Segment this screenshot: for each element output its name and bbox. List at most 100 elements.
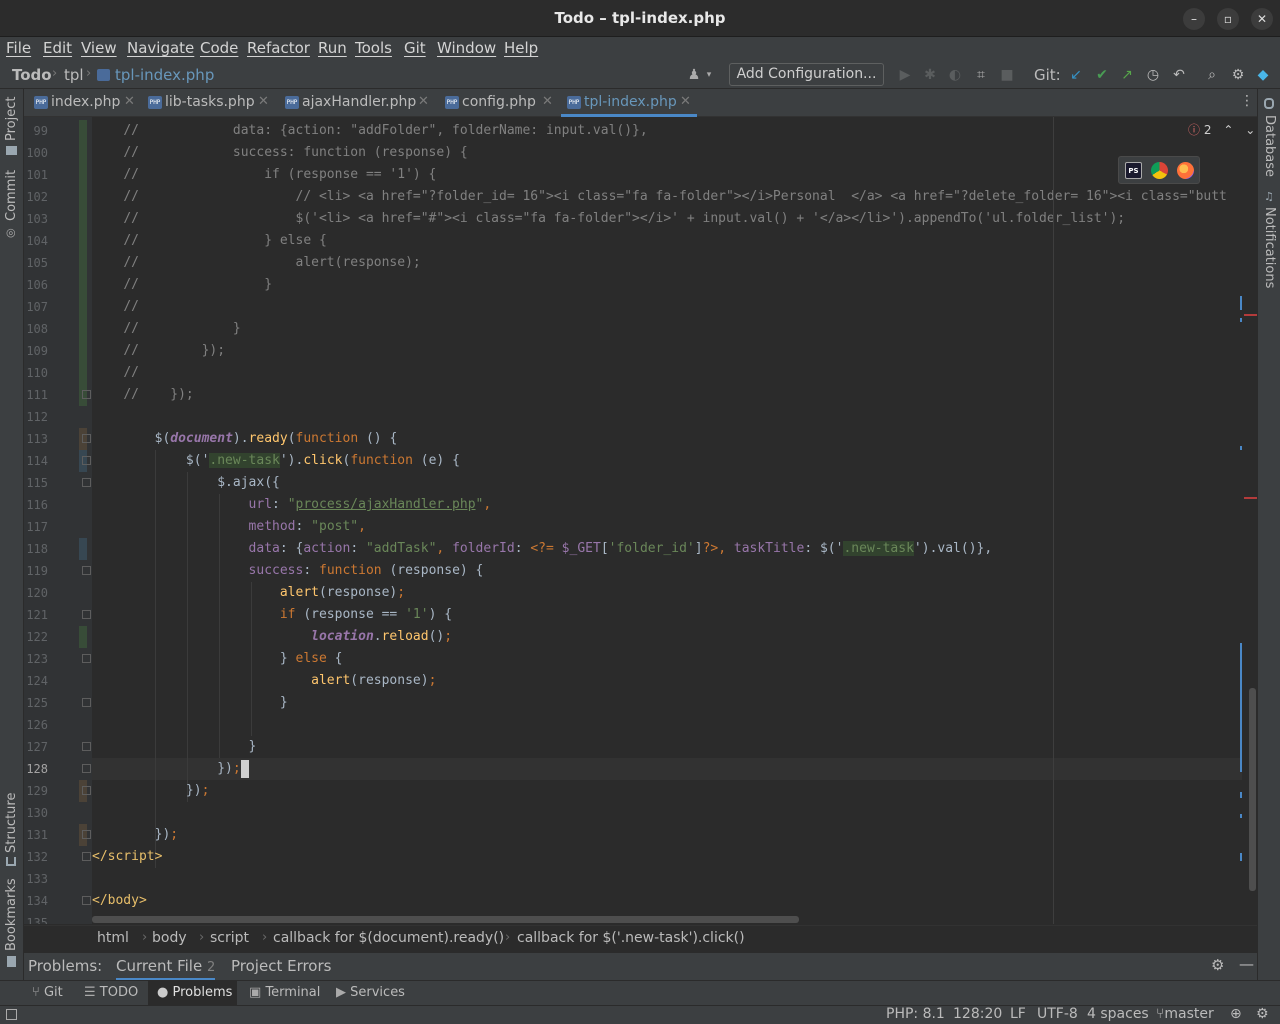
- phpstorm-browser-icon[interactable]: PS: [1125, 162, 1142, 179]
- minimize-panel-icon[interactable]: —: [1239, 955, 1254, 973]
- rollback-icon[interactable]: ↶: [1170, 66, 1188, 84]
- vertical-scrollbar[interactable]: [1249, 688, 1256, 891]
- search-icon[interactable]: ⌕: [1203, 66, 1221, 84]
- breadcrumb-item[interactable]: script: [210, 930, 249, 946]
- menu-refactor[interactable]: Refactor: [247, 39, 310, 57]
- editor-gutter[interactable]: 99 100 101 102 103 104 105 106 107 108 1…: [24, 117, 92, 924]
- todo-tool-button[interactable]: ☰ TODO: [84, 985, 138, 1000]
- menu-tools[interactable]: Tools: [355, 39, 392, 57]
- fold-marker-icon[interactable]: [82, 654, 91, 663]
- scroll-marker[interactable]: [1240, 296, 1242, 310]
- menu-view[interactable]: View: [81, 39, 117, 57]
- fold-marker-icon[interactable]: [82, 434, 91, 443]
- fold-marker-icon[interactable]: [82, 742, 91, 751]
- fold-marker-icon[interactable]: [82, 764, 91, 773]
- run-icon[interactable]: ▶: [896, 66, 914, 84]
- fold-marker-icon[interactable]: [82, 566, 91, 575]
- tab-config-php[interactable]: PHP config.php ✕: [439, 89, 561, 117]
- fold-marker-icon[interactable]: [82, 896, 91, 905]
- more-tabs-icon[interactable]: ⋮: [1240, 93, 1254, 109]
- problems-tool-button[interactable]: ● Problems: [157, 985, 232, 1000]
- error-stripe-marker[interactable]: [1244, 497, 1257, 499]
- maximize-button[interactable]: ▫: [1217, 8, 1239, 30]
- close-icon[interactable]: ✕: [542, 89, 553, 115]
- inspection-widget[interactable]: ⓘ 2 ⌃ ⌄: [1188, 121, 1255, 138]
- caret-position[interactable]: 128:20: [953, 1006, 1002, 1022]
- code-editor[interactable]: // data: {action: "addFolder", folderNam…: [92, 117, 1257, 917]
- close-icon[interactable]: ✕: [418, 89, 429, 115]
- gear-icon[interactable]: ⚙: [1229, 66, 1247, 84]
- git-push-icon[interactable]: ↗: [1118, 66, 1136, 84]
- git-commit-icon[interactable]: ✔: [1093, 66, 1111, 84]
- menu-navigate[interactable]: Navigate: [127, 39, 194, 57]
- commit-tool-button[interactable]: Commit: [4, 170, 19, 221]
- terminal-tool-button[interactable]: ▣ Terminal: [249, 985, 320, 1000]
- nav-folder[interactable]: tpl: [64, 66, 84, 84]
- file-encoding[interactable]: UTF-8: [1037, 1006, 1078, 1022]
- minimize-button[interactable]: –: [1183, 8, 1205, 30]
- lock-icon[interactable]: ⊕: [1230, 1006, 1242, 1022]
- line-separator[interactable]: LF: [1010, 1006, 1026, 1022]
- code-with-me-icon[interactable]: ◆: [1254, 66, 1272, 84]
- scroll-marker[interactable]: [1240, 792, 1242, 798]
- fold-marker-icon[interactable]: [82, 390, 91, 399]
- breadcrumb-item[interactable]: body: [152, 930, 187, 946]
- scroll-marker[interactable]: [1240, 853, 1242, 861]
- memory-indicator-icon[interactable]: ⚙: [1256, 1006, 1269, 1022]
- fold-marker-icon[interactable]: [82, 478, 91, 487]
- debug-icon[interactable]: ✱: [921, 66, 939, 84]
- menu-edit[interactable]: Edit: [43, 39, 72, 57]
- php-version[interactable]: PHP: 8.1: [886, 1006, 945, 1022]
- nav-project[interactable]: Todo: [12, 66, 52, 84]
- error-stripe-marker[interactable]: [1244, 314, 1257, 316]
- chevron-down-icon[interactable]: ⌄: [1245, 123, 1255, 137]
- project-tool-button[interactable]: Project: [4, 97, 19, 141]
- gear-icon[interactable]: ⚙: [1211, 956, 1224, 974]
- close-button[interactable]: ✕: [1251, 8, 1273, 30]
- vcs-modified-marker[interactable]: [79, 538, 87, 560]
- fold-marker-icon[interactable]: [82, 456, 91, 465]
- menu-help[interactable]: Help: [504, 39, 538, 57]
- menu-code[interactable]: Code: [200, 39, 238, 57]
- bookmarks-tool-button[interactable]: Bookmarks: [4, 878, 19, 951]
- scroll-marker[interactable]: [1240, 318, 1242, 322]
- tab-current-file[interactable]: Current File 2: [116, 957, 216, 981]
- breadcrumb-item[interactable]: callback for $('.new-task').click(): [517, 930, 745, 946]
- fold-marker-icon[interactable]: [82, 786, 91, 795]
- file-link[interactable]: process/ajaxHandler.php: [296, 497, 476, 512]
- add-configuration-button[interactable]: Add Configuration...: [729, 63, 884, 86]
- scroll-marker[interactable]: [1240, 814, 1242, 818]
- panel-toggle-icon[interactable]: [6, 1009, 17, 1020]
- coverage-icon[interactable]: ◐: [946, 66, 964, 84]
- notifications-tool-button[interactable]: Notifications: [1262, 207, 1277, 288]
- vcs-added-marker[interactable]: [79, 120, 87, 406]
- firefox-icon[interactable]: [1177, 162, 1194, 179]
- nav-file[interactable]: tpl-index.php: [115, 66, 214, 84]
- breadcrumb-item[interactable]: callback for $(document).ready(): [273, 930, 504, 946]
- git-tool-button[interactable]: ⑂ Git: [32, 985, 63, 1000]
- tab-project-errors[interactable]: Project Errors: [231, 957, 331, 975]
- menu-file[interactable]: File: [6, 39, 31, 57]
- attach-icon[interactable]: ⌗: [972, 66, 990, 84]
- chrome-icon[interactable]: [1151, 162, 1168, 179]
- close-icon[interactable]: ✕: [258, 89, 269, 115]
- scroll-marker[interactable]: [1240, 446, 1242, 450]
- scroll-marker[interactable]: [1240, 643, 1242, 772]
- tab-lib-tasks-php[interactable]: PHP lib-tasks.php ✕: [142, 89, 275, 117]
- structure-tool-button[interactable]: Structure: [4, 793, 19, 853]
- horizontal-scrollbar[interactable]: [92, 916, 799, 923]
- menu-run[interactable]: Run: [318, 39, 347, 57]
- fold-marker-icon[interactable]: [82, 610, 91, 619]
- history-icon[interactable]: ◷: [1144, 66, 1162, 84]
- vcs-added-marker[interactable]: [79, 626, 87, 648]
- close-icon[interactable]: ✕: [124, 89, 135, 115]
- menu-window[interactable]: Window: [437, 39, 496, 57]
- chevron-down-icon[interactable]: ▾: [700, 66, 718, 84]
- indent-setting[interactable]: 4 spaces: [1087, 1006, 1149, 1022]
- chevron-up-icon[interactable]: ⌃: [1223, 123, 1233, 137]
- services-tool-button[interactable]: ▶ Services: [336, 985, 405, 1000]
- fold-marker-icon[interactable]: [82, 830, 91, 839]
- fold-marker-icon[interactable]: [82, 698, 91, 707]
- git-update-icon[interactable]: ↙: [1067, 66, 1085, 84]
- fold-marker-icon[interactable]: [82, 852, 91, 861]
